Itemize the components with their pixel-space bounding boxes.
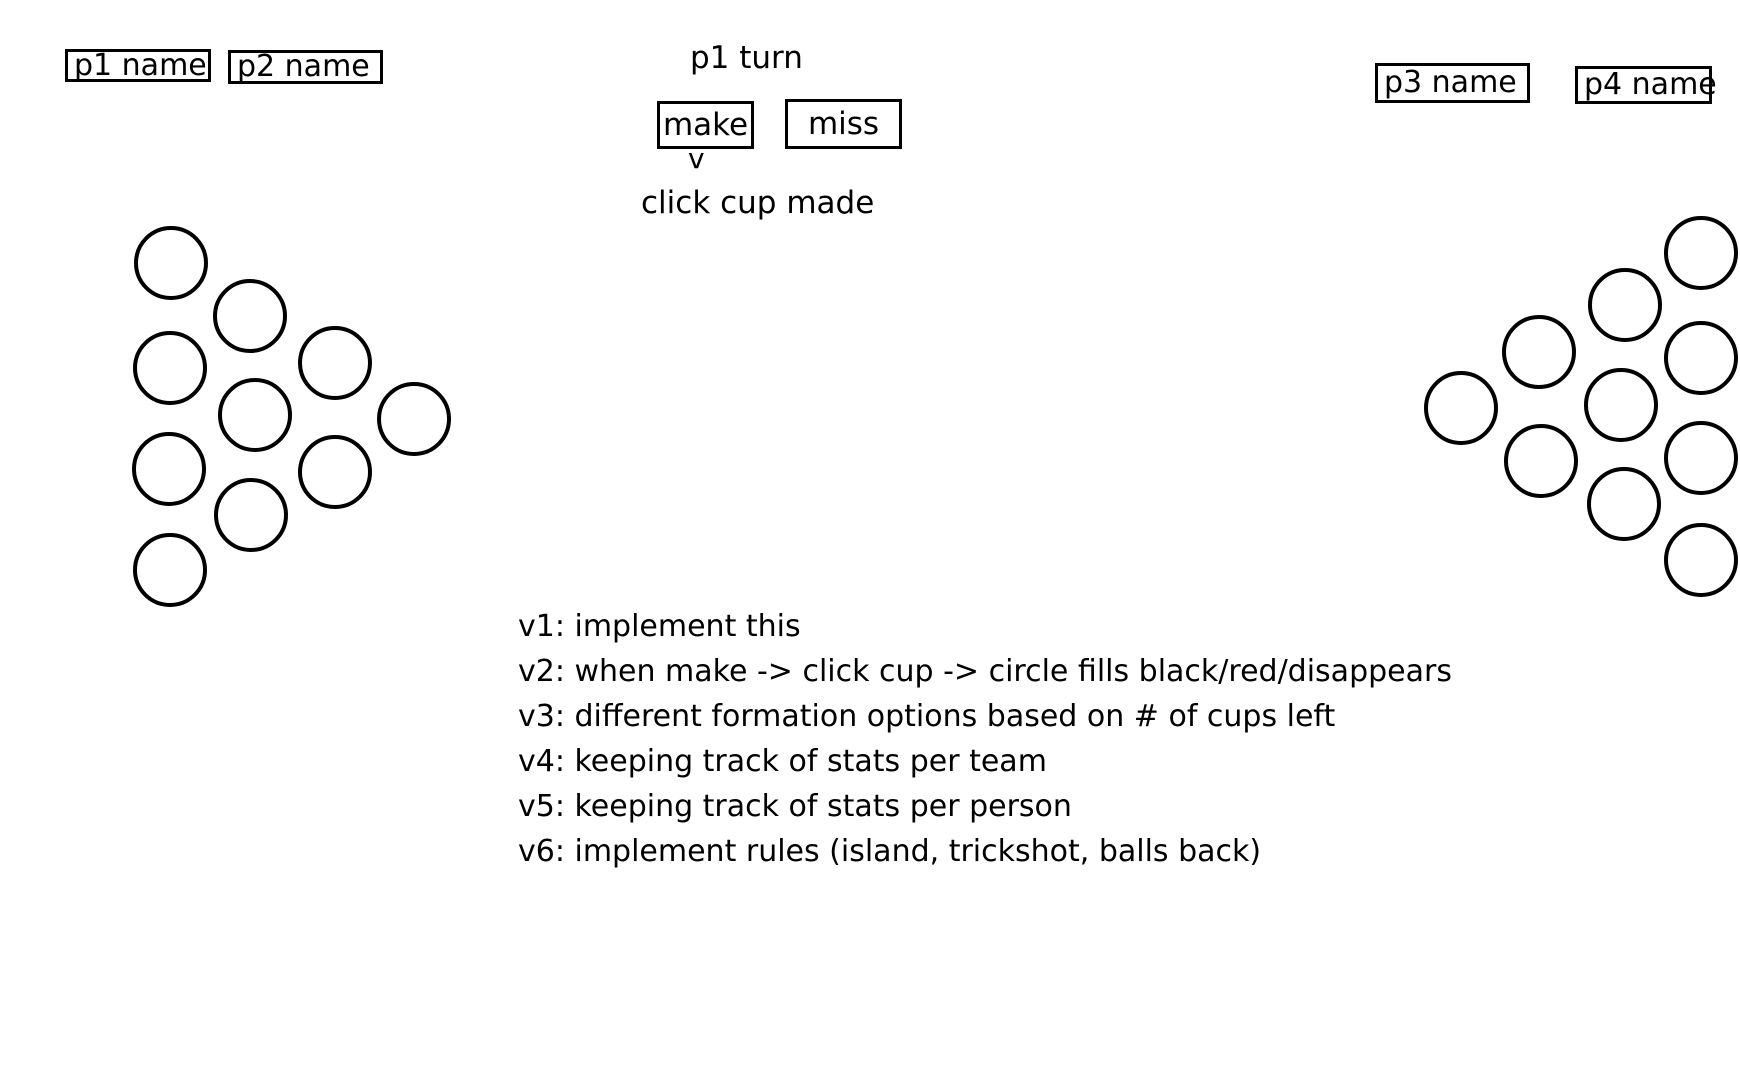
left-cup-8[interactable] (298, 326, 372, 400)
left-cup-3[interactable] (132, 432, 206, 506)
left-cup-6[interactable] (218, 378, 292, 452)
left-cup-2[interactable] (133, 331, 207, 405)
roadmap-item-v6: v6: implement rules (island, trickshot, … (518, 834, 1262, 869)
right-cup-5[interactable] (1584, 368, 1658, 442)
roadmap-item-v5: v5: keeping track of stats per person (518, 789, 1072, 824)
right-cup-9[interactable] (1664, 421, 1738, 495)
left-cup-5[interactable] (213, 279, 287, 353)
right-cup-6[interactable] (1587, 467, 1661, 541)
left-cup-1[interactable] (134, 226, 208, 300)
roadmap-item-v4: v4: keeping track of stats per team (518, 744, 1047, 779)
roadmap-item-v2: v2: when make -> click cup -> circle fil… (518, 654, 1452, 689)
left-cup-10[interactable] (377, 382, 451, 456)
roadmap-item-v1: v1: implement this (518, 609, 801, 644)
cup-table (132, 216, 1738, 607)
left-team-cup-rack (132, 226, 451, 607)
roadmap-list: v1: implement this v2: when make -> clic… (518, 604, 1452, 874)
right-team-cup-rack (1424, 216, 1738, 597)
left-cup-7[interactable] (214, 478, 288, 552)
right-cup-1[interactable] (1424, 371, 1498, 445)
right-cup-2[interactable] (1502, 315, 1576, 389)
left-cup-9[interactable] (298, 435, 372, 509)
roadmap-item-v3: v3: different formation options based on… (518, 699, 1336, 734)
right-cup-8[interactable] (1664, 321, 1738, 395)
right-cup-7[interactable] (1664, 216, 1738, 290)
right-cup-3[interactable] (1504, 424, 1578, 498)
right-cup-4[interactable] (1588, 268, 1662, 342)
left-cup-4[interactable] (133, 533, 207, 607)
right-cup-10[interactable] (1664, 523, 1738, 597)
